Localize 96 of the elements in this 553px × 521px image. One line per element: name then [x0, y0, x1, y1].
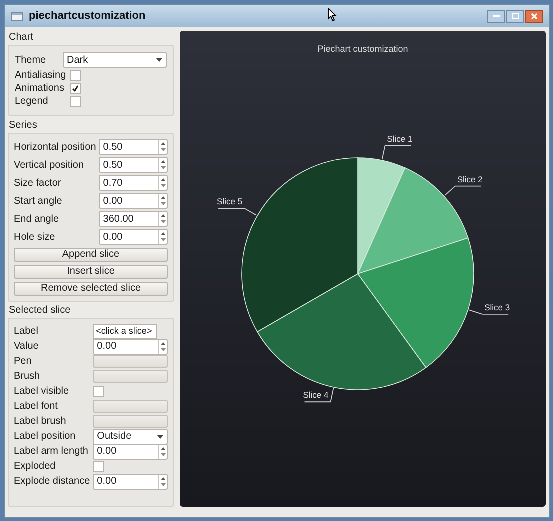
check-icon	[72, 85, 79, 92]
field-label: Value	[14, 340, 40, 354]
chart-title: Piechart customization	[316, 43, 410, 56]
checkbox[interactable]	[93, 461, 104, 472]
field-label: Pen	[14, 355, 33, 369]
field-label: Theme	[15, 54, 48, 68]
field-label: Label brush	[14, 415, 68, 429]
spin-box[interactable]: 0.00	[93, 474, 168, 490]
label-underline	[218, 208, 245, 209]
dropdown[interactable]: Outside	[93, 428, 168, 444]
spin-value: 0.00	[97, 340, 118, 354]
slice-label: Slice 3	[484, 302, 510, 312]
field-label: Exploded	[14, 460, 57, 474]
window-icon	[11, 12, 23, 20]
push-button[interactable]: Remove selected slice	[14, 282, 168, 296]
leader-line	[330, 388, 334, 403]
spin-value: 0.50	[103, 158, 124, 172]
slice-label: Slice 1	[387, 134, 413, 144]
spin-arrows-icon[interactable]	[158, 230, 167, 244]
spin-arrows-icon[interactable]	[158, 444, 167, 458]
field-label: Vertical position	[14, 158, 86, 172]
window-title: piechartcustomization	[29, 8, 146, 24]
leader-line	[468, 310, 484, 315]
spin-box[interactable]: 0.50	[99, 139, 168, 155]
maximize-icon	[512, 13, 518, 19]
spin-box[interactable]: 0.70	[99, 175, 168, 191]
spin-value: 0.70	[103, 176, 124, 190]
label-underline	[454, 186, 482, 187]
field-label: Start angle	[14, 194, 64, 208]
group-title: Series	[8, 119, 38, 133]
close-button[interactable]	[525, 10, 543, 22]
pointer-icon	[328, 8, 337, 22]
spin-box[interactable]: 360.00	[99, 211, 168, 227]
slice-label: Slice 2	[457, 174, 483, 184]
field-label: Label visible	[14, 385, 70, 399]
spin-arrows-icon[interactable]	[158, 212, 167, 226]
checkbox[interactable]	[70, 96, 81, 107]
spin-value: 0.50	[103, 140, 124, 154]
label-underline	[482, 314, 510, 315]
checkbox-label: Legend	[15, 95, 50, 109]
field-label: Size factor	[14, 176, 62, 190]
spin-box[interactable]: 0.00	[99, 193, 168, 209]
field-label: Hole size	[14, 230, 56, 244]
close-icon	[530, 12, 538, 20]
label-underline	[304, 402, 332, 403]
spin-box[interactable]: 0.00	[99, 229, 168, 245]
slice-label: Slice 5	[217, 196, 243, 206]
spin-arrows-icon[interactable]	[158, 340, 167, 354]
spin-value: 0.00	[97, 475, 118, 489]
spin-arrows-icon[interactable]	[158, 158, 167, 172]
spin-value: 360.00	[103, 212, 135, 226]
checkbox[interactable]	[93, 386, 104, 397]
dropdown[interactable]: Dark	[63, 52, 167, 68]
group-title: Selected slice	[8, 304, 72, 318]
checkbox[interactable]	[70, 70, 81, 81]
field-label: End angle	[14, 212, 60, 226]
leader-line	[244, 208, 258, 216]
caret-icon	[156, 58, 163, 62]
minimize-button[interactable]	[487, 10, 505, 22]
field-label: Label position	[14, 430, 77, 444]
spin-arrows-icon[interactable]	[158, 140, 167, 154]
field-label: Brush	[14, 370, 42, 384]
minimize-icon	[492, 15, 500, 17]
slice-label: Slice 4	[303, 390, 329, 400]
spin-value: 0.00	[97, 445, 118, 459]
pie-slice[interactable]	[257, 274, 427, 390]
field-label: Explode distance	[14, 475, 90, 489]
checkbox[interactable]	[70, 83, 81, 94]
text-field[interactable]: <click a slice>	[93, 324, 158, 339]
field-label: Label arm length	[14, 445, 90, 459]
leader-line	[382, 145, 386, 160]
label-underline	[384, 145, 412, 146]
spin-box[interactable]: 0.00	[93, 338, 168, 354]
pie-slice[interactable]	[358, 158, 406, 274]
pie-slice[interactable]	[242, 158, 358, 332]
spin-arrows-icon[interactable]	[158, 176, 167, 190]
spin-value: 0.00	[103, 194, 124, 208]
field-label: Label	[14, 325, 40, 339]
field-label: Label font	[14, 400, 59, 414]
leader-line	[444, 186, 456, 196]
maximize-button[interactable]	[506, 10, 524, 22]
checkbox-label: Animations	[15, 82, 66, 96]
field-label: Horizontal position	[14, 140, 96, 154]
push-button[interactable]: Insert slice	[14, 265, 168, 279]
spin-arrows-icon[interactable]	[158, 474, 167, 488]
spin-value: 0.00	[103, 230, 124, 244]
caret-icon	[157, 434, 164, 438]
pie-slice[interactable]	[358, 238, 474, 368]
checkbox-label: Antialiasing	[15, 69, 67, 83]
spin-box[interactable]: 0.50	[99, 157, 168, 173]
dropdown-value: Dark	[67, 54, 88, 68]
push-button[interactable]: Append slice	[14, 248, 168, 262]
dropdown-value: Outside	[97, 430, 132, 444]
spin-box[interactable]: 0.00	[93, 444, 168, 460]
spin-arrows-icon[interactable]	[158, 194, 167, 208]
group-title: Chart	[8, 31, 34, 45]
